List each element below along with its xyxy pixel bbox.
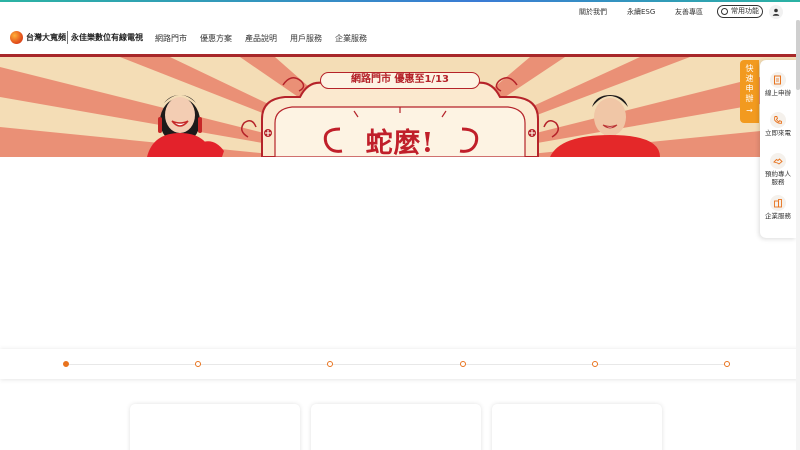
carousel-dot-4[interactable] — [460, 361, 466, 367]
hero-banner[interactable]: 網路門市 優惠至1/13 蛇麼! — [0, 57, 800, 157]
user-account-button[interactable] — [769, 5, 783, 19]
carousel-pagination — [0, 349, 800, 379]
product-card[interactable] — [311, 404, 481, 450]
user-icon — [772, 8, 780, 16]
quick-functions-label: 常用功能 — [731, 7, 759, 15]
pagination-track — [66, 364, 728, 365]
side-item-online-apply[interactable]: 線上申辦 — [760, 72, 796, 98]
carousel-dot-2[interactable] — [195, 361, 201, 367]
logo-divider — [67, 31, 68, 44]
quick-apply-tab[interactable]: 快速申辦 → — [740, 60, 759, 123]
page: 關於我們 永續ESG 友善專區 常用功能 台灣大寬頻 永佳樂數位有線電視 網路門… — [0, 0, 800, 450]
carousel-dot-3[interactable] — [327, 361, 333, 367]
form-icon — [770, 72, 786, 88]
side-item-label: 預約專人服務 — [765, 170, 791, 186]
brand-logo-text[interactable]: 台灣大寬頻 — [26, 32, 66, 43]
accessibility-link[interactable]: 友善專區 — [675, 7, 703, 17]
nav-item-products[interactable]: 產品說明 — [245, 33, 277, 44]
nav-item-enterprise[interactable]: 企業服務 — [335, 33, 367, 44]
building-icon — [770, 195, 786, 211]
arrow-right-icon: → — [746, 106, 753, 115]
carousel-dot-1[interactable] — [63, 361, 69, 367]
page-scrollbar[interactable] — [796, 20, 800, 450]
side-item-enterprise[interactable]: 企業服務 — [760, 195, 796, 221]
phone-icon — [770, 112, 786, 128]
side-item-call-now[interactable]: 立即來電 — [760, 112, 796, 138]
esg-link[interactable]: 永續ESG — [627, 7, 655, 17]
hero-title: 蛇麼! — [365, 128, 435, 157]
hero-headline: 網路門市 優惠至1/13 — [320, 72, 480, 89]
side-item-label: 線上申辦 — [765, 89, 791, 97]
side-item-label: 立即來電 — [765, 129, 791, 137]
nav-item-user-service[interactable]: 用戶服務 — [290, 33, 322, 44]
handshake-icon — [770, 153, 786, 169]
brand-sub-name[interactable]: 永佳樂數位有線電視 — [71, 32, 143, 43]
carousel-dot-5[interactable] — [592, 361, 598, 367]
scrollbar-thumb[interactable] — [796, 20, 800, 90]
side-item-label: 企業服務 — [765, 212, 791, 220]
quick-functions-button[interactable]: 常用功能 — [717, 5, 763, 18]
brand-logo-icon[interactable] — [10, 31, 23, 44]
nav-item-promotions[interactable]: 優惠方案 — [200, 33, 232, 44]
about-us-link[interactable]: 關於我們 — [579, 7, 607, 17]
utility-bar: 關於我們 永續ESG 友善專區 常用功能 — [0, 2, 800, 20]
quick-apply-label: 快速申辦 — [745, 64, 754, 103]
gear-icon — [721, 8, 728, 15]
product-card[interactable] — [130, 404, 300, 450]
nav-item-online-store[interactable]: 網路門市 — [155, 33, 187, 44]
product-card[interactable] — [492, 404, 662, 450]
side-service-panel: 線上申辦 立即來電 預約專人服務 企業服務 — [760, 60, 796, 238]
side-item-appointment[interactable]: 預約專人服務 — [760, 153, 796, 186]
carousel-dot-6[interactable] — [724, 361, 730, 367]
main-nav: 台灣大寬頻 永佳樂數位有線電視 網路門市 優惠方案 產品說明 用戶服務 企業服務 — [0, 22, 800, 56]
